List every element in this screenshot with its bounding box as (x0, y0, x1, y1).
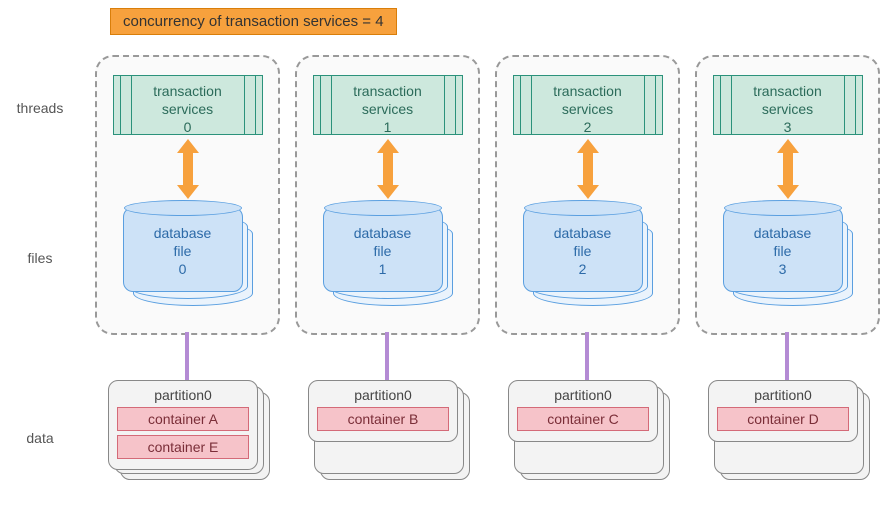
db-name: database file (724, 224, 842, 260)
service-name: transaction services (114, 82, 262, 118)
db-id: 0 (124, 260, 242, 278)
container-box: container E (117, 435, 249, 459)
service-id: 1 (314, 118, 462, 136)
concurrency-badge: concurrency of transaction services = 4 (110, 8, 397, 35)
group-3: transaction services 3 database file3 (695, 55, 880, 335)
service-name: transaction services (714, 82, 862, 118)
db-id: 2 (524, 260, 642, 278)
database-file-2: database file2 (523, 207, 653, 307)
bidirectional-arrow-icon (179, 139, 197, 199)
db-name: database file (324, 224, 442, 260)
partition-title: partition0 (717, 387, 849, 403)
row-label-files: files (0, 250, 80, 266)
diagram-canvas: threads files data concurrency of transa… (0, 0, 895, 508)
database-file-0: database file0 (123, 207, 253, 307)
container-box: container A (117, 407, 249, 431)
partition-0: partition0 container A container E (108, 380, 268, 490)
link-line-3 (785, 332, 789, 382)
db-id: 3 (724, 260, 842, 278)
service-name: transaction services (514, 82, 662, 118)
transaction-service-3: transaction services 3 (713, 75, 863, 135)
service-name: transaction services (314, 82, 462, 118)
database-file-3: database file3 (723, 207, 853, 307)
database-file-1: database file1 (323, 207, 453, 307)
container-box: container C (517, 407, 649, 431)
row-label-threads: threads (0, 100, 80, 116)
partition-title: partition0 (117, 387, 249, 403)
partition-title: partition0 (317, 387, 449, 403)
group-2: transaction services 2 database file2 (495, 55, 680, 335)
partition-1: partition0 container B (308, 380, 468, 490)
link-line-1 (385, 332, 389, 382)
service-id: 3 (714, 118, 862, 136)
group-0: transaction services 0 database file0 (95, 55, 280, 335)
bidirectional-arrow-icon (579, 139, 597, 199)
service-id: 2 (514, 118, 662, 136)
transaction-service-0: transaction services 0 (113, 75, 263, 135)
service-id: 0 (114, 118, 262, 136)
container-box: container B (317, 407, 449, 431)
bidirectional-arrow-icon (379, 139, 397, 199)
transaction-service-2: transaction services 2 (513, 75, 663, 135)
container-box: container D (717, 407, 849, 431)
link-line-0 (185, 332, 189, 382)
db-name: database file (124, 224, 242, 260)
partition-title: partition0 (517, 387, 649, 403)
row-label-data: data (0, 430, 80, 446)
group-1: transaction services 1 database file1 (295, 55, 480, 335)
bidirectional-arrow-icon (779, 139, 797, 199)
partition-3: partition0 container D (708, 380, 868, 490)
db-name: database file (524, 224, 642, 260)
db-id: 1 (324, 260, 442, 278)
partition-2: partition0 container C (508, 380, 668, 490)
transaction-service-1: transaction services 1 (313, 75, 463, 135)
link-line-2 (585, 332, 589, 382)
